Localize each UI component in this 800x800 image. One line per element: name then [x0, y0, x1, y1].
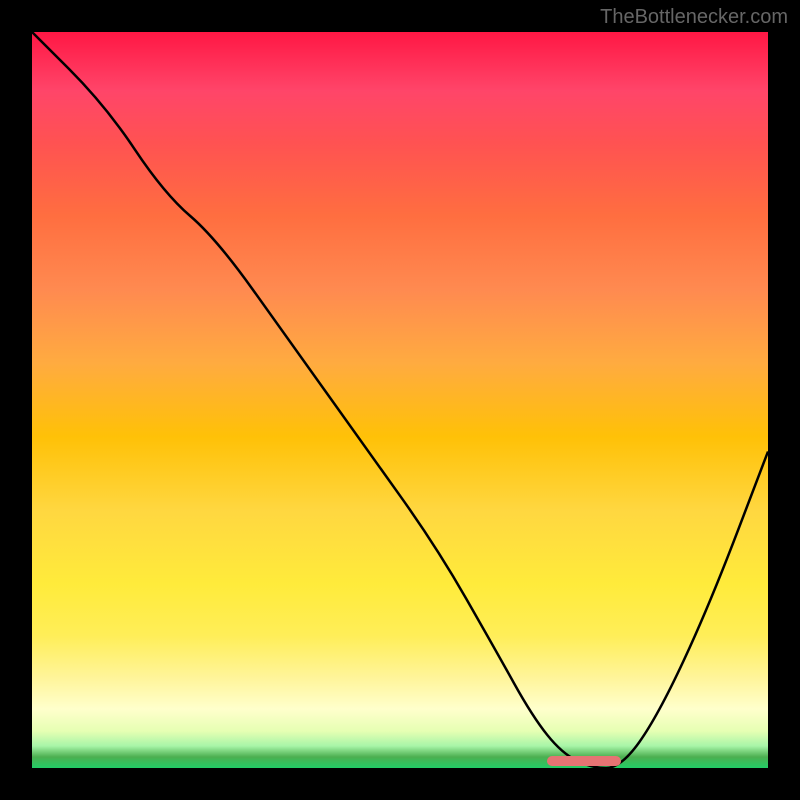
bottleneck-curve-path: [32, 32, 768, 768]
chart-svg: [32, 32, 768, 768]
optimal-range-marker: [547, 756, 621, 766]
watermark-text: TheBottlenecker.com: [600, 6, 788, 29]
